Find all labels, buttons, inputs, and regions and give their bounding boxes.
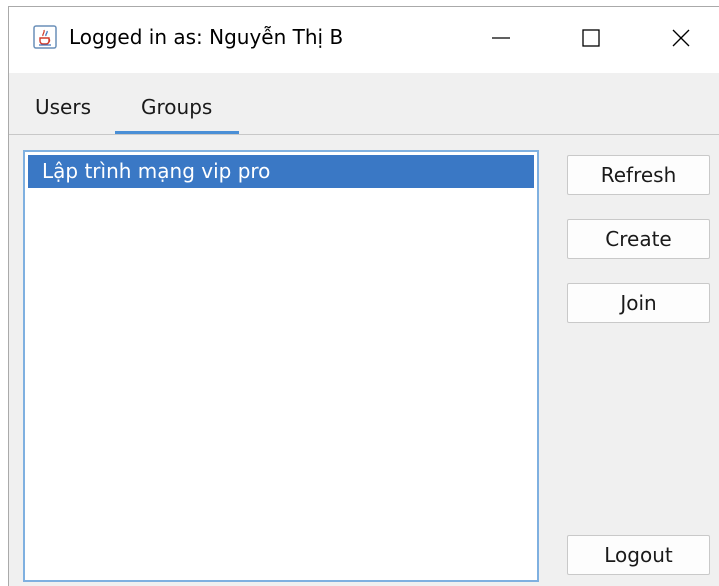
maximize-button[interactable] (561, 15, 621, 65)
app-window: Logged in as: Nguyễn Thị B Users Groups (8, 6, 719, 586)
window-title: Logged in as: Nguyễn Thị B (69, 25, 344, 49)
tab-users[interactable]: Users (35, 95, 91, 119)
logout-button[interactable]: Logout (567, 535, 710, 575)
close-icon (670, 27, 692, 53)
join-button[interactable]: Join (567, 283, 710, 323)
refresh-button[interactable]: Refresh (567, 155, 710, 195)
title-bar[interactable]: Logged in as: Nguyễn Thị B (9, 7, 719, 73)
close-button[interactable] (651, 15, 711, 65)
tab-groups[interactable]: Groups (141, 95, 212, 119)
tab-bar: Users Groups (9, 73, 719, 134)
maximize-icon (580, 27, 602, 53)
tab-divider (9, 134, 719, 135)
minimize-icon (490, 27, 512, 53)
java-cup-icon (33, 25, 57, 49)
minimize-button[interactable] (471, 15, 531, 65)
groups-list[interactable]: Lập trình mạng vip pro (23, 150, 539, 582)
create-button[interactable]: Create (567, 219, 710, 259)
list-item[interactable]: Lập trình mạng vip pro (28, 155, 534, 188)
